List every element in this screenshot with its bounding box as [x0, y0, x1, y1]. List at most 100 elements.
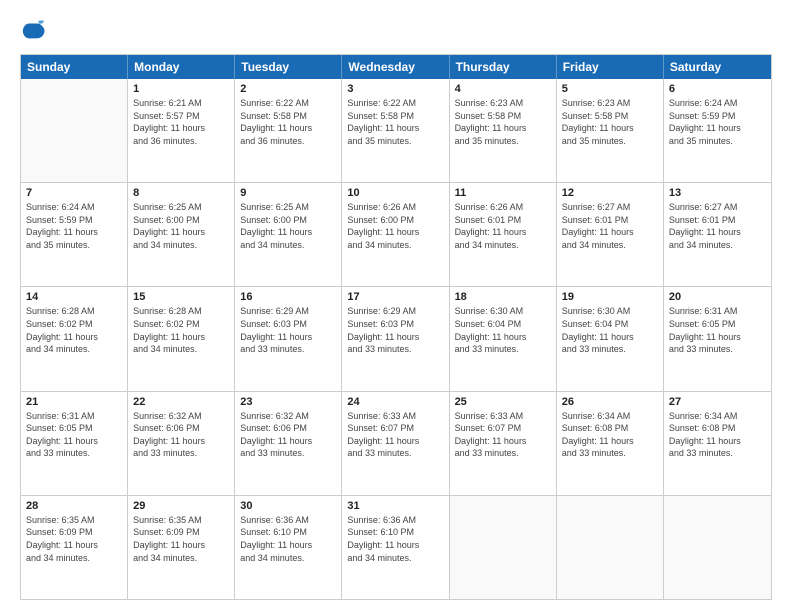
cal-cell-r3-c2: 23Sunrise: 6:32 AM Sunset: 6:06 PM Dayli…: [235, 392, 342, 495]
cell-info: Sunrise: 6:22 AM Sunset: 5:58 PM Dayligh…: [240, 97, 336, 147]
cell-info: Sunrise: 6:22 AM Sunset: 5:58 PM Dayligh…: [347, 97, 443, 147]
calendar-row-2: 14 Sunrise: 6:28 AM Sunset: 6:02 PM Dayli…: [21, 287, 771, 391]
day-number: 13: [669, 187, 766, 199]
cell-info: Sunrise: 6:30 AM Sunset: 6:04 PM Dayligh…: [562, 305, 658, 355]
day-number: 18: [455, 291, 551, 303]
day-number: 8: [133, 187, 229, 199]
cell-info: Sunrise: 6:32 AM Sunset: 6:06 PM Dayligh…: [133, 410, 229, 460]
weekday-header-monday: Monday: [128, 55, 235, 79]
cal-cell-r2-c0: 14 Sunrise: 6:28 AM Sunset: 6:02 PM Dayli…: [21, 287, 128, 390]
cal-cell-r1-c6: 13 Sunrise: 6:27 AM Sunset: 6:01 PM Dayli…: [664, 183, 771, 286]
weekday-header-sunday: Sunday: [21, 55, 128, 79]
cal-cell-r4-c1: 29Sunrise: 6:35 AM Sunset: 6:09 PM Dayli…: [128, 496, 235, 599]
cal-cell-r1-c2: 9 Sunrise: 6:25 AM Sunset: 6:00 PM Daylig…: [235, 183, 342, 286]
day-number: 27: [669, 396, 766, 408]
day-number: 12: [562, 187, 658, 199]
cell-info: Sunrise: 6:33 AM Sunset: 6:07 PM Dayligh…: [455, 410, 551, 460]
cal-cell-r4-c4: [450, 496, 557, 599]
day-number: 14: [26, 291, 122, 303]
cal-cell-r0-c6: 6 Sunrise: 6:24 AM Sunset: 5:59 PM Daylig…: [664, 79, 771, 182]
logo: [20, 16, 54, 44]
cell-info: Sunrise: 6:32 AM Sunset: 6:06 PM Dayligh…: [240, 410, 336, 460]
day-number: 7: [26, 187, 122, 199]
cell-info: Sunrise: 6:33 AM Sunset: 6:07 PM Dayligh…: [347, 410, 443, 460]
cell-info: Sunrise: 6:36 AM Sunset: 6:10 PM Dayligh…: [347, 514, 443, 564]
cell-info: Sunrise: 6:23 AM Sunset: 5:58 PM Dayligh…: [562, 97, 658, 147]
cell-info: Sunrise: 6:24 AM Sunset: 5:59 PM Dayligh…: [26, 201, 122, 251]
calendar-row-4: 28 Sunrise: 6:35 AM Sunset: 6:09 PM Dayli…: [21, 496, 771, 599]
day-number: 10: [347, 187, 443, 199]
cal-cell-r3-c1: 22Sunrise: 6:32 AM Sunset: 6:06 PM Dayli…: [128, 392, 235, 495]
cell-info: Sunrise: 6:28 AM Sunset: 6:02 PM Dayligh…: [133, 305, 229, 355]
cal-cell-r0-c3: 3 Sunrise: 6:22 AM Sunset: 5:58 PM Daylig…: [342, 79, 449, 182]
day-number: 28: [26, 500, 122, 512]
cal-cell-r1-c3: 10 Sunrise: 6:26 AM Sunset: 6:00 PM Dayli…: [342, 183, 449, 286]
day-number: 6: [669, 83, 766, 95]
cell-info: Sunrise: 6:27 AM Sunset: 6:01 PM Dayligh…: [669, 201, 766, 251]
cell-info: Sunrise: 6:36 AM Sunset: 6:10 PM Dayligh…: [240, 514, 336, 564]
cal-cell-r2-c5: 19 Sunrise: 6:30 AM Sunset: 6:04 PM Dayli…: [557, 287, 664, 390]
calendar-header: SundayMondayTuesdayWednesdayThursdayFrid…: [21, 55, 771, 79]
weekday-header-tuesday: Tuesday: [235, 55, 342, 79]
day-number: 19: [562, 291, 658, 303]
weekday-header-wednesday: Wednesday: [342, 55, 449, 79]
calendar: SundayMondayTuesdayWednesdayThursdayFrid…: [20, 54, 772, 600]
cal-cell-r2-c3: 17 Sunrise: 6:29 AM Sunset: 6:03 PM Dayli…: [342, 287, 449, 390]
day-number: 17: [347, 291, 443, 303]
cell-info: Sunrise: 6:35 AM Sunset: 6:09 PM Dayligh…: [133, 514, 229, 564]
cal-cell-r0-c1: 1 Sunrise: 6:21 AM Sunset: 5:57 PM Daylig…: [128, 79, 235, 182]
cal-cell-r1-c4: 11 Sunrise: 6:26 AM Sunset: 6:01 PM Dayli…: [450, 183, 557, 286]
cell-info: Sunrise: 6:30 AM Sunset: 6:04 PM Dayligh…: [455, 305, 551, 355]
cell-info: Sunrise: 6:24 AM Sunset: 5:59 PM Dayligh…: [669, 97, 766, 147]
cal-cell-r0-c4: 4 Sunrise: 6:23 AM Sunset: 5:58 PM Daylig…: [450, 79, 557, 182]
day-number: 2: [240, 83, 336, 95]
cell-info: Sunrise: 6:29 AM Sunset: 6:03 PM Dayligh…: [347, 305, 443, 355]
day-number: 20: [669, 291, 766, 303]
day-number: 30: [240, 500, 336, 512]
cell-info: Sunrise: 6:26 AM Sunset: 6:01 PM Dayligh…: [455, 201, 551, 251]
cell-info: Sunrise: 6:21 AM Sunset: 5:57 PM Dayligh…: [133, 97, 229, 147]
cal-cell-r3-c0: 21 Sunrise: 6:31 AM Sunset: 6:05 PM Dayli…: [21, 392, 128, 495]
cal-cell-r1-c5: 12 Sunrise: 6:27 AM Sunset: 6:01 PM Dayli…: [557, 183, 664, 286]
cell-info: Sunrise: 6:34 AM Sunset: 6:08 PM Dayligh…: [562, 410, 658, 460]
cal-cell-r0-c5: 5 Sunrise: 6:23 AM Sunset: 5:58 PM Daylig…: [557, 79, 664, 182]
cal-cell-r4-c3: 31Sunrise: 6:36 AM Sunset: 6:10 PM Dayli…: [342, 496, 449, 599]
cell-info: Sunrise: 6:25 AM Sunset: 6:00 PM Dayligh…: [240, 201, 336, 251]
cell-info: Sunrise: 6:27 AM Sunset: 6:01 PM Dayligh…: [562, 201, 658, 251]
cal-cell-r1-c1: 8Sunrise: 6:25 AM Sunset: 6:00 PM Daylig…: [128, 183, 235, 286]
cal-cell-r4-c0: 28 Sunrise: 6:35 AM Sunset: 6:09 PM Dayli…: [21, 496, 128, 599]
cal-cell-r4-c5: [557, 496, 664, 599]
day-number: 16: [240, 291, 336, 303]
calendar-body: 1 Sunrise: 6:21 AM Sunset: 5:57 PM Daylig…: [21, 79, 771, 599]
logo-icon: [20, 16, 48, 44]
cal-cell-r2-c6: 20Sunrise: 6:31 AM Sunset: 6:05 PM Dayli…: [664, 287, 771, 390]
cal-cell-r2-c2: 16Sunrise: 6:29 AM Sunset: 6:03 PM Dayli…: [235, 287, 342, 390]
day-number: 21: [26, 396, 122, 408]
calendar-row-3: 21 Sunrise: 6:31 AM Sunset: 6:05 PM Dayli…: [21, 392, 771, 496]
page: SundayMondayTuesdayWednesdayThursdayFrid…: [0, 0, 792, 612]
cal-cell-r2-c4: 18 Sunrise: 6:30 AM Sunset: 6:04 PM Dayli…: [450, 287, 557, 390]
cal-cell-r3-c6: 27Sunrise: 6:34 AM Sunset: 6:08 PM Dayli…: [664, 392, 771, 495]
day-number: 11: [455, 187, 551, 199]
cell-info: Sunrise: 6:35 AM Sunset: 6:09 PM Dayligh…: [26, 514, 122, 564]
day-number: 5: [562, 83, 658, 95]
weekday-header-saturday: Saturday: [664, 55, 771, 79]
cal-cell-r4-c6: [664, 496, 771, 599]
cal-cell-r3-c3: 24 Sunrise: 6:33 AM Sunset: 6:07 PM Dayli…: [342, 392, 449, 495]
cal-cell-r4-c2: 30 Sunrise: 6:36 AM Sunset: 6:10 PM Dayli…: [235, 496, 342, 599]
day-number: 3: [347, 83, 443, 95]
cell-info: Sunrise: 6:31 AM Sunset: 6:05 PM Dayligh…: [26, 410, 122, 460]
day-number: 26: [562, 396, 658, 408]
day-number: 9: [240, 187, 336, 199]
cal-cell-r3-c5: 26 Sunrise: 6:34 AM Sunset: 6:08 PM Dayli…: [557, 392, 664, 495]
cal-cell-r2-c1: 15Sunrise: 6:28 AM Sunset: 6:02 PM Dayli…: [128, 287, 235, 390]
cal-cell-r3-c4: 25Sunrise: 6:33 AM Sunset: 6:07 PM Dayli…: [450, 392, 557, 495]
calendar-row-1: 7 Sunrise: 6:24 AM Sunset: 5:59 PM Daylig…: [21, 183, 771, 287]
day-number: 24: [347, 396, 443, 408]
cell-info: Sunrise: 6:28 AM Sunset: 6:02 PM Dayligh…: [26, 305, 122, 355]
cell-info: Sunrise: 6:26 AM Sunset: 6:00 PM Dayligh…: [347, 201, 443, 251]
cal-cell-r1-c0: 7 Sunrise: 6:24 AM Sunset: 5:59 PM Daylig…: [21, 183, 128, 286]
day-number: 4: [455, 83, 551, 95]
cell-info: Sunrise: 6:23 AM Sunset: 5:58 PM Dayligh…: [455, 97, 551, 147]
day-number: 1: [133, 83, 229, 95]
